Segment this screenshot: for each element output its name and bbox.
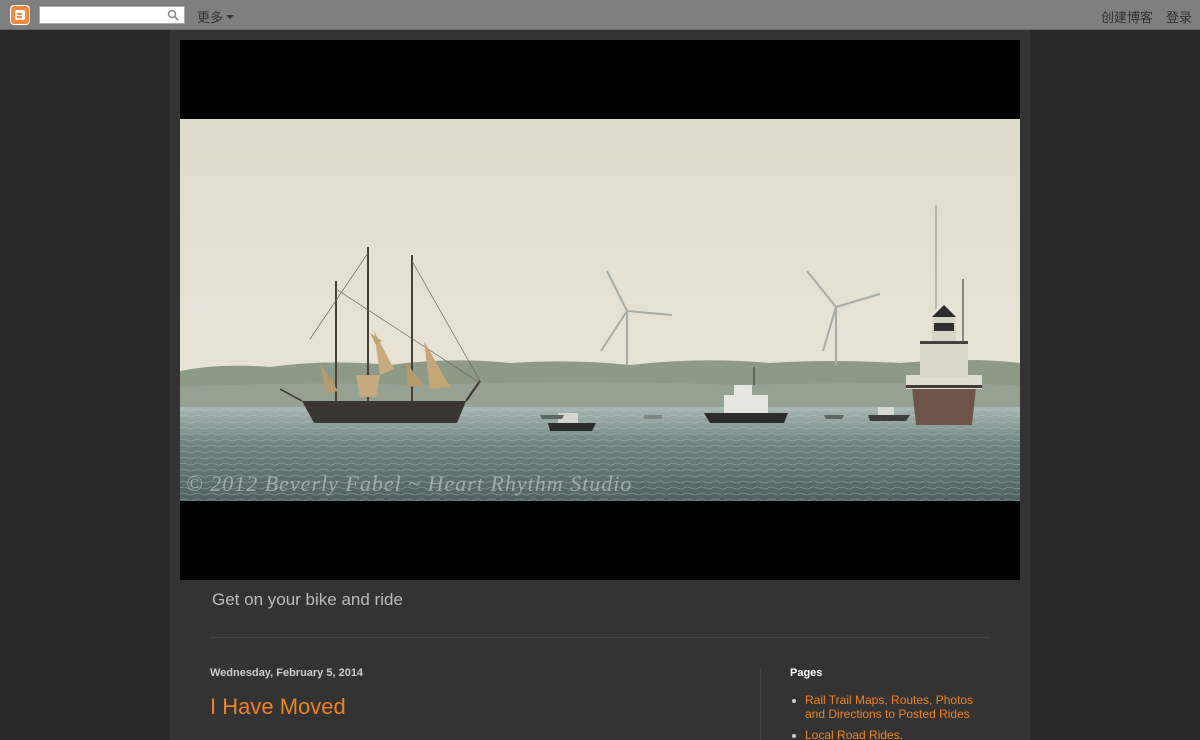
page-link-rail-trail[interactable]: Rail Trail Maps, Routes, Photos and Dire… [790,693,990,721]
search-icon[interactable] [167,9,179,21]
header-divider [210,637,990,638]
create-blog-link[interactable]: 创建博客 [1101,7,1153,26]
sidebar-widget-title: Pages [790,667,823,679]
more-menu[interactable]: 更多 [197,7,235,26]
harbor-scene-image [180,119,1020,501]
sidebar-divider [760,668,761,740]
blog-description: Get on your bike and ride [212,590,403,609]
pages-list: Rail Trail Maps, Routes, Photos and Dire… [790,693,990,740]
photo-watermark: © 2012 Beverly Fabel ~ Heart Rhythm Stud… [186,471,633,496]
sign-in-link[interactable]: 登录 [1166,7,1192,26]
post-date-header: Wednesday, February 5, 2014 [210,667,364,679]
page-link-local-road-rides[interactable]: Local Road Rides, [790,728,990,740]
sidebar-pages-widget: Pages Rail Trail Maps, Routes, Photos an… [790,667,990,740]
header-photo: © 2012 Beverly Fabel ~ Heart Rhythm Stud… [180,119,1020,501]
header-image-frame[interactable]: © 2012 Beverly Fabel ~ Heart Rhythm Stud… [180,40,1020,580]
post-title[interactable]: I Have Moved [210,694,346,720]
more-menu-label: 更多 [197,10,224,25]
chevron-down-icon [226,15,235,19]
search-input[interactable] [39,6,185,24]
navbar-actions: 创建博客 登录 [1101,7,1192,26]
blogger-logo-icon[interactable] [10,5,30,25]
main-container: © 2012 Beverly Fabel ~ Heart Rhythm Stud… [170,30,1030,740]
blogger-navbar: 更多 创建博客 登录 [0,0,1200,30]
